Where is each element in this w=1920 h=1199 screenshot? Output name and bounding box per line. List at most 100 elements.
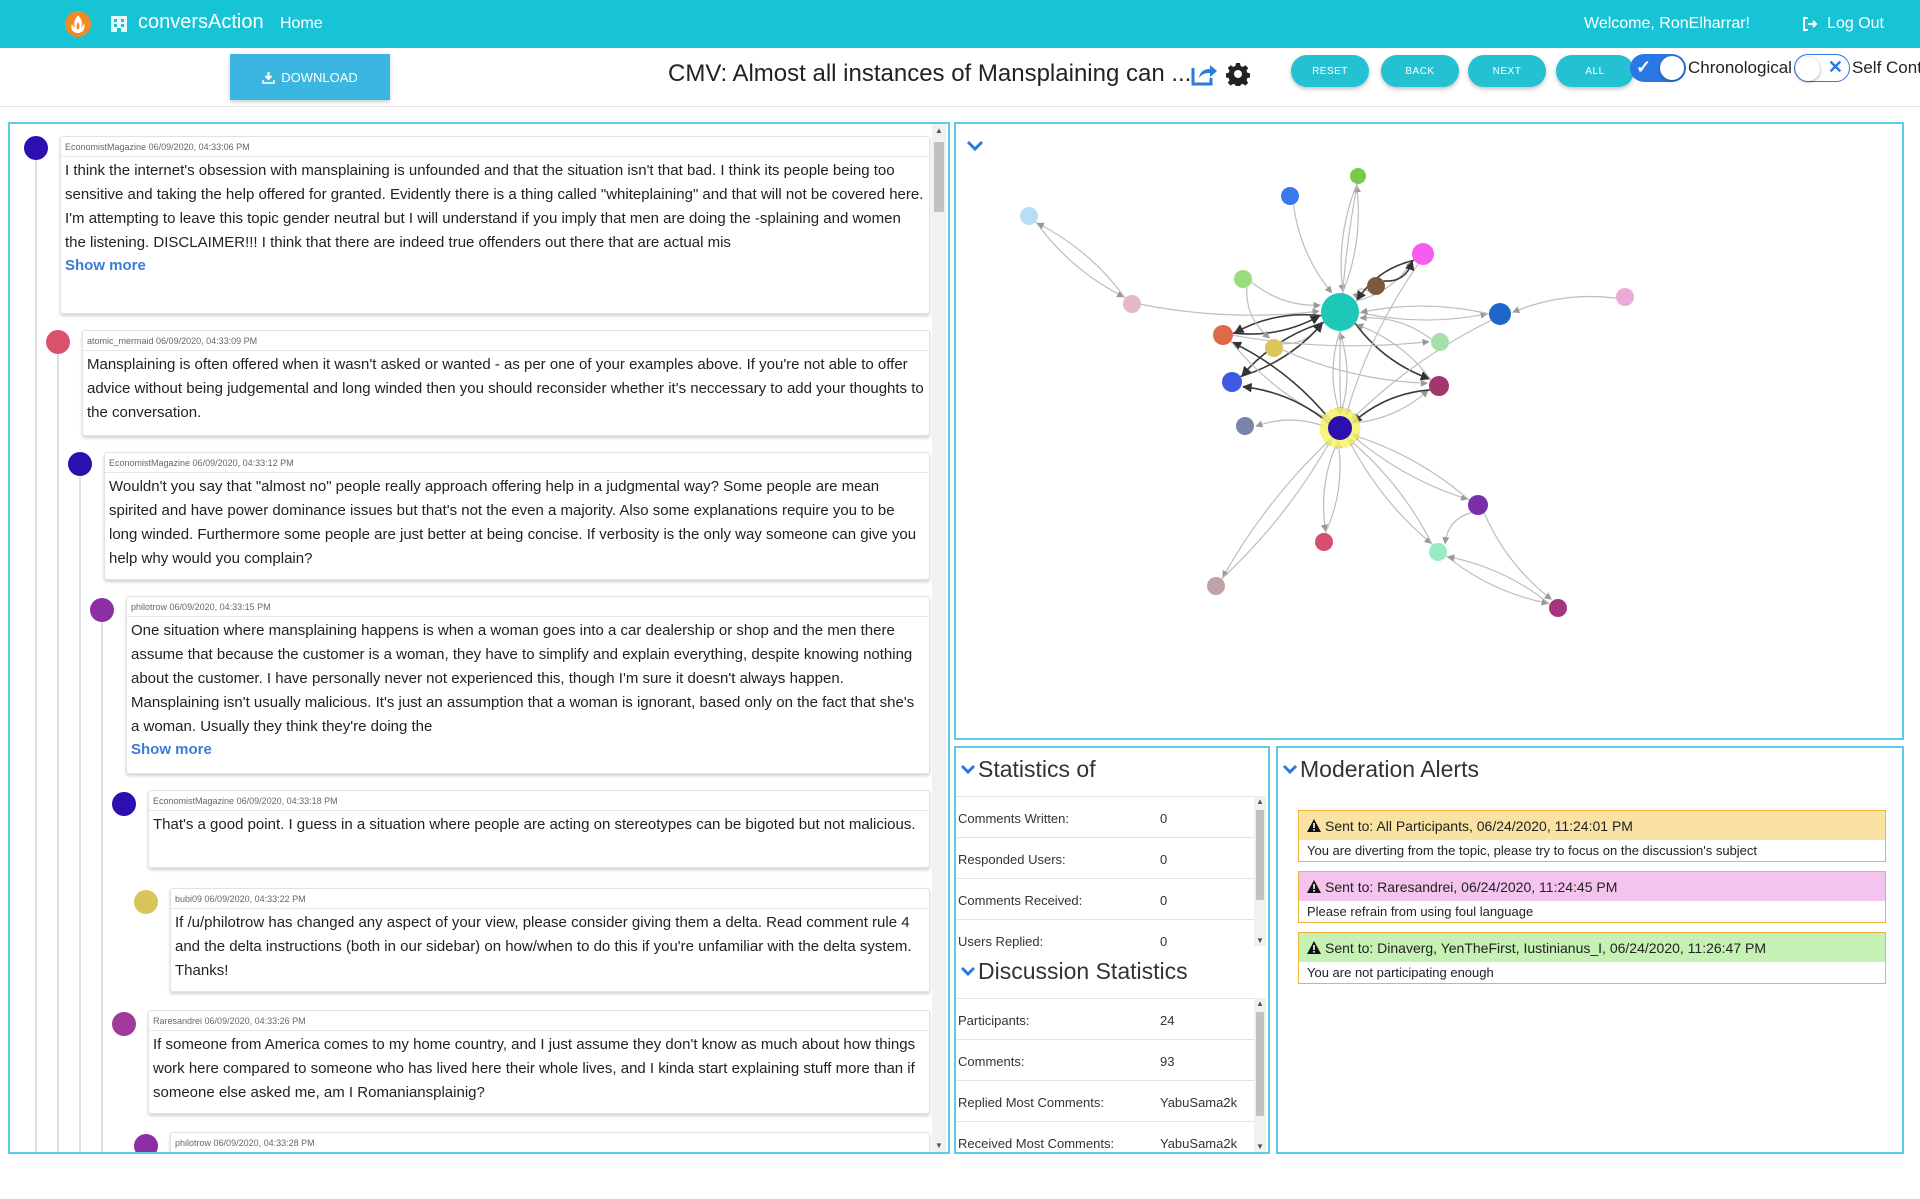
graph-edge (1351, 390, 1429, 424)
user-stats-table: Comments Written: 0 Responded Users: 0 Com… (956, 796, 1256, 960)
graph-edge (1351, 433, 1470, 501)
scroll-up-icon[interactable]: ▲ (1254, 797, 1266, 806)
graph-node[interactable] (1207, 577, 1225, 595)
logout-label: Log Out (1827, 15, 1884, 32)
graph-node[interactable] (1234, 270, 1252, 288)
graph-node[interactable] (1489, 303, 1511, 325)
next-button[interactable]: NEXT (1468, 55, 1546, 87)
graph-node[interactable] (1123, 295, 1141, 313)
graph-edge (1251, 281, 1321, 310)
graph-edge (1231, 341, 1332, 422)
graph-node[interactable] (1549, 599, 1567, 617)
graph-node[interactable] (1265, 339, 1283, 357)
graph-node[interactable] (1281, 187, 1299, 205)
graph-node[interactable] (1429, 376, 1449, 396)
reset-button[interactable]: RESET (1291, 55, 1369, 87)
alert-recipient: Sent to: All Participants, 06/24/2020, 1… (1325, 817, 1633, 834)
brand[interactable]: conversAction (108, 11, 264, 34)
self-control-toggle[interactable]: ✕ (1794, 54, 1850, 82)
graph-node[interactable] (1412, 243, 1434, 265)
logout-link[interactable]: Log Out (1801, 15, 1884, 33)
avatar[interactable] (68, 452, 92, 476)
graph-node[interactable] (1367, 277, 1385, 295)
comment-time: 06/09/2020, 04:33:06 PM (148, 142, 250, 152)
graph-edge (1332, 330, 1342, 415)
warning-icon (1307, 941, 1321, 954)
nav-home-link[interactable]: Home (280, 15, 323, 33)
avatar[interactable] (112, 792, 136, 816)
scroll-up-icon[interactable]: ▲ (1254, 999, 1266, 1008)
comment-time: 06/09/2020, 04:33:28 PM (213, 1138, 315, 1148)
graph-node[interactable] (1616, 288, 1634, 306)
download-label: DOWNLOAD (281, 69, 358, 85)
graph-node[interactable] (1020, 207, 1038, 225)
stats-row: Comments: 93 (956, 1039, 1256, 1080)
scroll-down-icon[interactable]: ▼ (932, 1141, 946, 1150)
graph-edge (1350, 433, 1469, 501)
moderation-alerts-header[interactable]: Moderation Alerts (1282, 756, 1479, 783)
graph-node[interactable] (1328, 416, 1352, 440)
graph-node[interactable] (1236, 417, 1254, 435)
discussion-statistics-header[interactable]: Discussion Statistics (960, 958, 1188, 985)
comment-author: bubi09 (175, 894, 203, 904)
comment-author: philotrow (175, 1138, 212, 1148)
avatar[interactable] (46, 330, 70, 354)
avatar[interactable] (134, 890, 158, 914)
avatar[interactable] (24, 136, 48, 160)
comment-card: Raresandrei 06/09/2020, 04:33:26 PM If s… (148, 1010, 930, 1114)
back-button[interactable]: BACK (1381, 55, 1459, 87)
comment-card: philotrow 06/09/2020, 04:33:15 PM One si… (126, 596, 930, 774)
show-more-link[interactable]: Show more (127, 739, 929, 764)
comment-text: That's a good point. I guess in a situat… (153, 816, 916, 833)
avatar[interactable] (90, 598, 114, 622)
stats-row: Participants: 24 (956, 998, 1256, 1039)
graph-node[interactable] (1350, 168, 1366, 184)
graph-node[interactable] (1431, 333, 1449, 351)
graph-node[interactable] (1222, 372, 1242, 392)
scrollbar-thumb[interactable] (934, 142, 944, 212)
avatar[interactable] (112, 1012, 136, 1036)
comments-scrollbar[interactable]: ▲ ▼ (932, 124, 946, 1152)
graph-edge (1350, 319, 1492, 421)
scroll-up-icon[interactable]: ▲ (932, 126, 946, 135)
comment-time: 06/09/2020, 04:33:15 PM (169, 602, 271, 612)
alert-head: Sent to: All Participants, 06/24/2020, 1… (1299, 811, 1885, 840)
x-icon: ✕ (1827, 57, 1843, 77)
alert-message: Please refrain from using foul language (1299, 901, 1885, 922)
scroll-down-icon[interactable]: ▼ (1254, 936, 1266, 945)
warning-icon (1307, 880, 1321, 893)
network-graph[interactable] (956, 124, 1902, 738)
chronological-toggle-group: ✓ Chronological (1630, 54, 1792, 82)
graph-node[interactable] (1213, 325, 1233, 345)
graph-node[interactable] (1321, 293, 1359, 331)
statistics-header[interactable]: Statistics of (960, 756, 1096, 783)
graph-node[interactable] (1468, 495, 1488, 515)
graph-edge (1324, 441, 1343, 534)
graph-node[interactable] (1429, 543, 1447, 561)
alert-item: Sent to: All Participants, 06/24/2020, 1… (1298, 810, 1886, 862)
avatar[interactable] (134, 1134, 158, 1152)
download-button[interactable]: DOWNLOAD (230, 54, 390, 100)
graph-edge (1292, 204, 1333, 294)
scrollbar-thumb[interactable] (1256, 1012, 1264, 1116)
comment-card: atomic_mermaid 06/09/2020, 04:33:09 PM M… (82, 330, 930, 436)
graph-edge (1359, 314, 1432, 340)
all-button[interactable]: ALL (1556, 55, 1634, 87)
graph-edge (1320, 439, 1339, 532)
show-more-link[interactable]: Show more (61, 255, 929, 280)
stats-scrollbar[interactable]: ▲ ▼ (1254, 796, 1266, 946)
chronological-toggle[interactable]: ✓ (1630, 54, 1686, 82)
chevron-down-icon[interactable] (966, 140, 984, 152)
comment-text: Wouldn't you say that "almost no" people… (109, 478, 917, 567)
scrollbar-thumb[interactable] (1256, 810, 1264, 900)
comment-author: EconomistMagazine (65, 142, 147, 152)
graph-edge (1282, 349, 1429, 387)
graph-node[interactable] (1315, 533, 1333, 551)
gear-icon[interactable] (1226, 62, 1250, 86)
share-icon[interactable] (1190, 61, 1218, 87)
discussion-stats-scrollbar[interactable]: ▲ ▼ (1254, 998, 1266, 1152)
graph-edge (1356, 259, 1415, 301)
brand-name: conversAction (138, 11, 264, 33)
scroll-down-icon[interactable]: ▼ (1254, 1142, 1266, 1151)
graph-edge (1036, 222, 1126, 299)
